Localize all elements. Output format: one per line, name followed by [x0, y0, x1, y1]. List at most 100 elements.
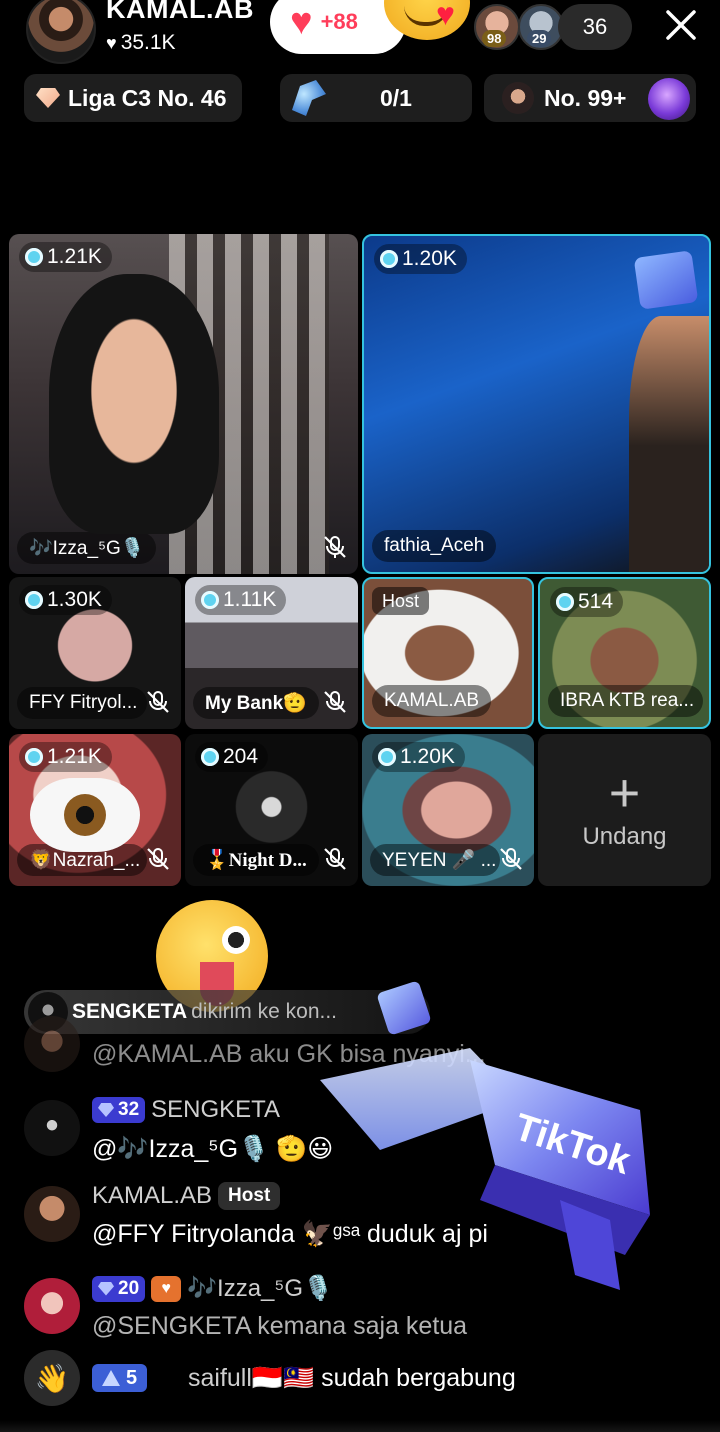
guest-score: 514	[550, 587, 624, 617]
guest-tile[interactable]: 1.11K My Bank🫡	[185, 577, 358, 729]
eye-emoji-icon	[30, 778, 140, 852]
rank-avatar	[502, 82, 534, 114]
host-badge: Host	[218, 1182, 281, 1210]
chat-header: 20 ♥ 🎶Izza_⁵G🎙️	[92, 1274, 333, 1303]
score-value: 514	[578, 590, 614, 613]
chat-username[interactable]: SENGKETA	[151, 1096, 280, 1124]
gem-icon	[25, 591, 43, 609]
join-text: saifull🇮🇩🇲🇾 sudah bergabung	[188, 1364, 516, 1393]
gift-text: dikirim ke kon...	[191, 1000, 337, 1023]
league-pill[interactable]: Liga C3 No. 46	[24, 74, 242, 122]
guest-tile[interactable]: 204 🎖️Night D...	[185, 734, 358, 886]
guest-name: KAMAL.AB	[372, 685, 492, 717]
chat-avatar[interactable]	[24, 1186, 80, 1242]
score-value: 204	[223, 745, 259, 768]
host-tag: Host	[372, 587, 430, 615]
guest-tile-selected[interactable]: 514 IBRA KTB rea...	[538, 577, 711, 729]
invite-button[interactable]: + Undang	[538, 734, 711, 886]
guest-tile-selected[interactable]: 1.20K fathia_Aceh	[362, 234, 711, 574]
guest-score: 1.21K	[19, 242, 112, 272]
chat-username[interactable]: 🎶Izza_⁵G🎙️	[187, 1274, 333, 1303]
guest-score: 1.11K	[195, 585, 287, 615]
guest-score: 1.21K	[19, 742, 112, 772]
guest-name: FFY Fitryol...	[17, 687, 147, 719]
diamond-icon	[98, 1103, 114, 1117]
rank-label: No. 99+	[544, 84, 627, 111]
mic-off-icon	[324, 691, 346, 713]
score-value: 1.30K	[47, 588, 102, 611]
rank-pill[interactable]: No. 99+	[484, 74, 696, 122]
join-username[interactable]: saifull🇮🇩🇲🇾	[188, 1364, 314, 1392]
chat-header: 32 SENGKETA	[92, 1096, 280, 1124]
host-tile[interactable]: Host KAMAL.AB	[362, 577, 534, 729]
diamond-icon	[98, 1281, 114, 1296]
host-avatar[interactable]	[26, 0, 96, 64]
gem-icon	[201, 748, 219, 766]
tiktok-gift-animation: TikTok	[320, 1048, 650, 1290]
score-value: 1.20K	[400, 745, 455, 768]
level-badge: 20	[92, 1275, 146, 1302]
tiktok-gift-icon	[376, 980, 432, 1036]
fan-heart-icon: ♥	[151, 1275, 182, 1302]
join-notification: 👋 5 saifull🇮🇩🇲🇾 sudah bergabung	[24, 1350, 674, 1408]
follow-count: +88	[320, 9, 358, 34]
score-value: 1.21K	[47, 745, 102, 768]
viewer-count-button[interactable]: 36	[558, 4, 632, 50]
comet-gift-icon	[292, 80, 326, 116]
guest-name: 🎶Izza_⁵G🎙️	[17, 532, 157, 564]
heart-icon: ♥	[290, 1, 313, 43]
guest-tile[interactable]: 1.20K YEYEN 🎤 ...	[362, 734, 534, 886]
gift-orb-icon	[648, 78, 690, 120]
mic-off-icon	[324, 848, 346, 870]
triangle-icon	[102, 1370, 120, 1386]
level-value: 32	[118, 1099, 140, 1120]
league-label: Liga C3 No. 46	[68, 84, 227, 111]
guest-tile[interactable]: 1.30K FFY Fitryol...	[9, 577, 181, 729]
chat-text: @SENGKETA kemana saja ketua	[92, 1312, 468, 1340]
gem-icon	[378, 748, 396, 766]
gem-icon	[201, 591, 219, 609]
join-message: sudah bergabung	[321, 1364, 516, 1392]
guest-score: 204	[195, 742, 269, 772]
chat-avatar[interactable]	[24, 1016, 80, 1072]
chat-avatar[interactable]	[24, 1278, 80, 1334]
guest-name: fathia_Aceh	[372, 530, 497, 562]
gem-icon	[25, 248, 43, 266]
gem-icon	[25, 748, 43, 766]
bottom-toolbar-edge	[0, 1420, 720, 1432]
viewer-level-badge: 98	[482, 30, 507, 47]
mic-off-icon	[147, 848, 169, 870]
score-value: 1.11K	[223, 588, 277, 611]
host-name[interactable]: KAMAL.AB	[106, 0, 254, 25]
gift-banner[interactable]: SENGKETA dikirim ke kon...	[24, 980, 432, 1036]
host-likes-count: 35.1K	[120, 31, 176, 54]
gem-icon	[380, 250, 398, 268]
guest-tile[interactable]: 1.21K 🎶Izza_⁵G🎙️	[9, 234, 358, 574]
guest-name: 🎖️Night D...	[193, 844, 319, 876]
goal-progress: 0/1	[380, 85, 412, 111]
wave-hand-icon[interactable]: 👋	[24, 1350, 80, 1406]
chat-avatar[interactable]	[24, 1100, 80, 1156]
mic-off-icon	[500, 848, 522, 870]
stats-row: Liga C3 No. 46 0/1 No. 99+	[0, 74, 720, 124]
diamond-icon	[36, 88, 60, 108]
chat-header: KAMAL.AB Host	[92, 1182, 281, 1210]
chat-text: @🎶Izza_⁵G🎙️ 🫡😃	[92, 1135, 334, 1163]
gift-sender-name: SENGKETA	[72, 1000, 188, 1023]
invite-label: Undang	[582, 823, 667, 850]
viewer-level-badge: 29	[527, 30, 552, 47]
goal-pill[interactable]: 0/1	[280, 74, 472, 122]
plus-icon: +	[608, 763, 641, 823]
heart-icon: ♥	[436, 0, 455, 32]
guest-name: My Bank🫡	[193, 687, 319, 719]
mic-off-icon	[147, 691, 169, 713]
close-icon[interactable]	[662, 6, 700, 44]
guest-name: IBRA KTB rea...	[548, 685, 703, 717]
guest-score: 1.20K	[372, 742, 465, 772]
heart-icon: ♥	[106, 32, 117, 53]
tiktok-gift-icon	[633, 250, 699, 310]
host-likes: ♥ 35.1K	[106, 31, 176, 55]
level-value: 20	[118, 1277, 140, 1299]
chat-username[interactable]: KAMAL.AB	[92, 1182, 212, 1210]
guest-name: YEYEN 🎤 ...	[370, 844, 500, 876]
